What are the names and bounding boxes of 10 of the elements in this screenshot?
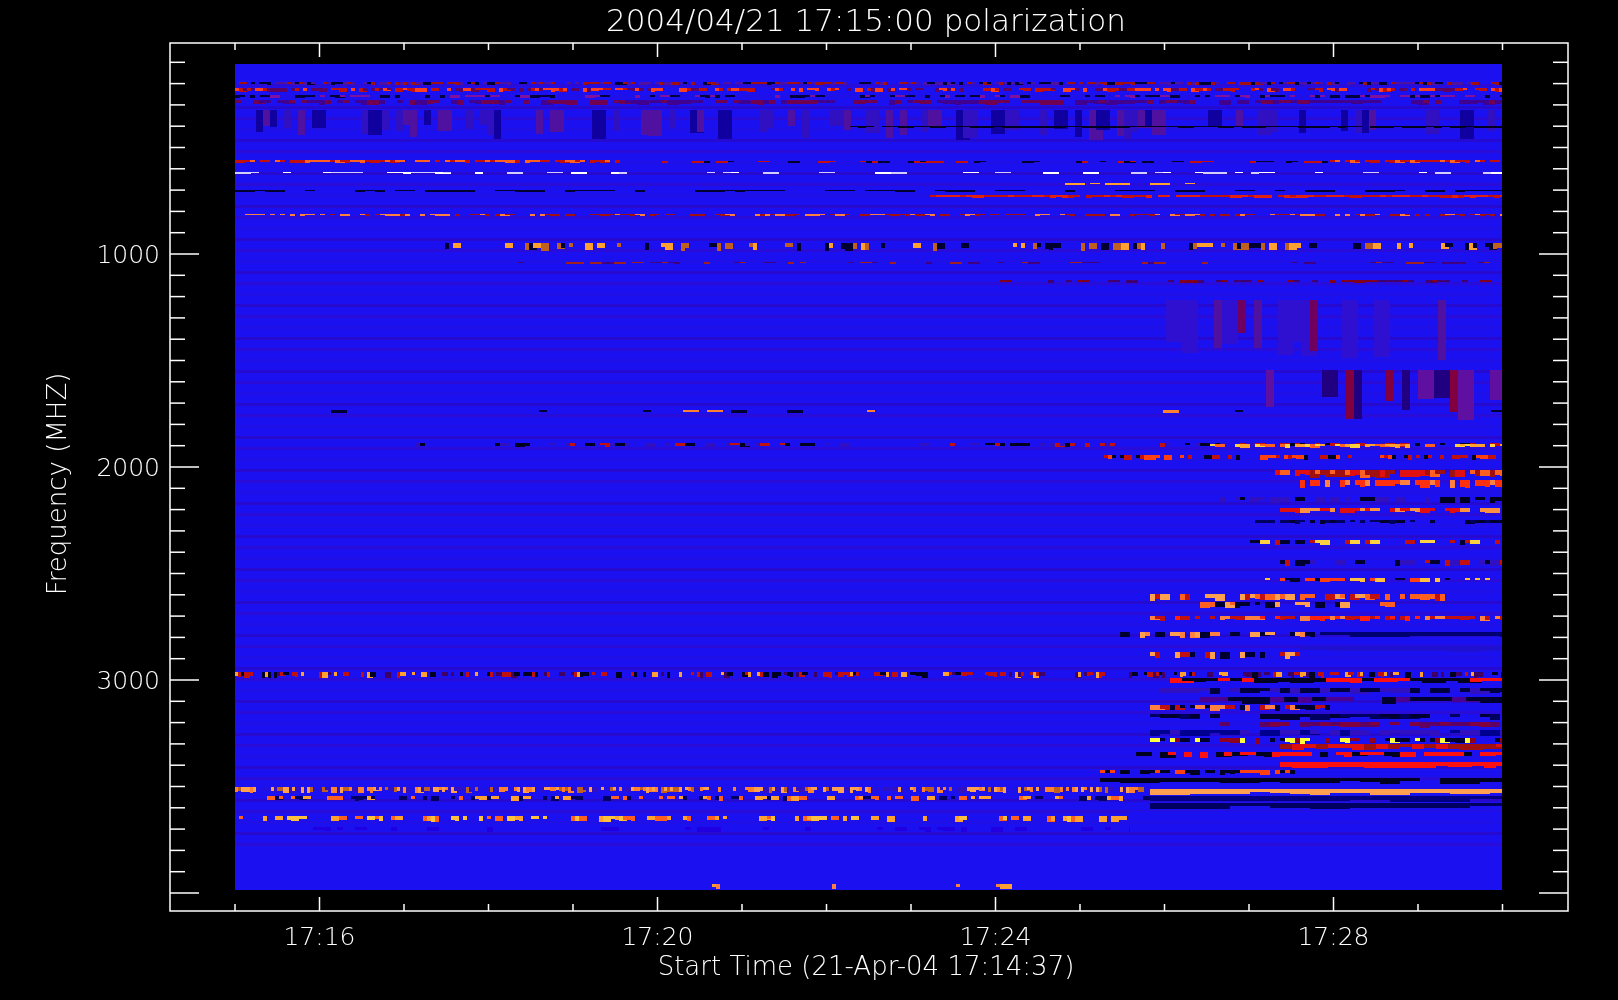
x-tick-label: 17:16 [283,922,356,951]
x-tick-label: 17:28 [1297,922,1370,951]
chart-title: 2004/04/21 17:15:00 polarization [606,2,1126,38]
x-tick-label: 17:20 [621,922,694,951]
y-tick-label: 1000 [96,240,160,269]
x-tick-label: 17:24 [959,922,1032,951]
y-axis-label: Frequency (MHZ) [42,372,72,596]
y-tick-label: 3000 [96,666,160,695]
x-axis-label: Start Time (21-Apr-04 17:14:37) [657,951,1075,981]
y-tick-label: 2000 [96,453,160,482]
